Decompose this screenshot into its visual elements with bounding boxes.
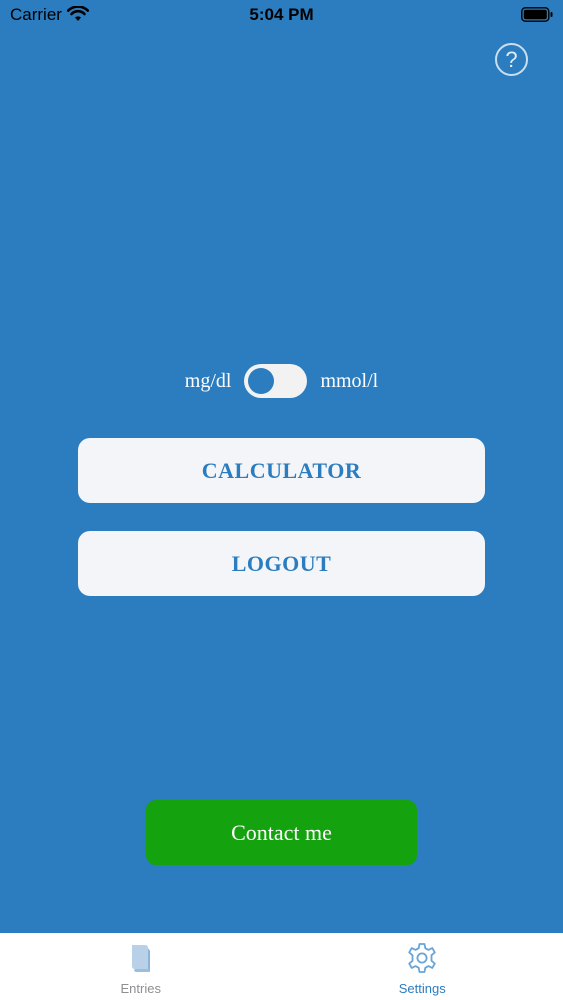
tab-bar: Entries Settings [0, 933, 563, 1000]
contact-me-button-label: Contact me [231, 819, 332, 845]
battery-icon [521, 7, 553, 22]
tab-entries[interactable]: Entries [0, 933, 282, 1000]
question-mark-icon: ? [505, 46, 518, 72]
book-icon [131, 945, 150, 972]
tab-settings[interactable]: Settings [282, 933, 563, 1000]
calculator-button[interactable]: CALCULATOR [78, 438, 485, 503]
contact-me-button[interactable]: Contact me [146, 800, 417, 865]
unit-label-mgdl: mg/dl [184, 369, 232, 392]
tab-entries-label: Entries [120, 981, 161, 996]
status-bar: Carrier 5:04 PM [0, 0, 563, 30]
calculator-button-label: CALCULATOR [201, 457, 362, 483]
help-button[interactable]: ? [495, 43, 528, 76]
clock: 5:04 PM [249, 5, 314, 24]
unit-toggle-switch[interactable] [244, 364, 308, 398]
unit-toggle-row: mg/dl mmol/l [0, 364, 563, 398]
logout-button[interactable]: LOGOUT [78, 531, 485, 596]
unit-label-mmoll: mmol/l [320, 369, 379, 392]
gear-icon [408, 943, 436, 973]
toggle-knob [248, 368, 275, 394]
tab-settings-label: Settings [398, 981, 446, 996]
logout-button-label: LOGOUT [231, 550, 332, 576]
